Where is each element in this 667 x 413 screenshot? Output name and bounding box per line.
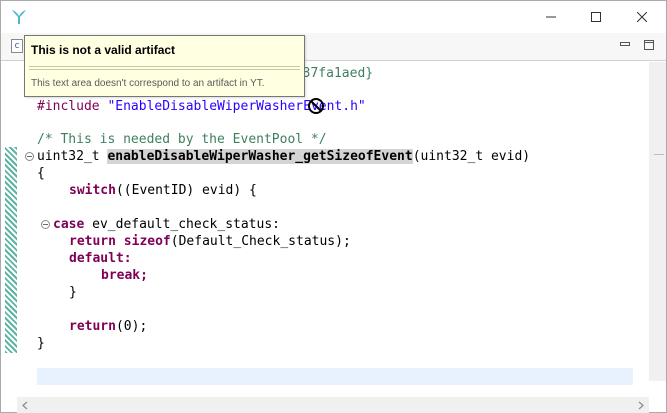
fold-collapse-icon[interactable] xyxy=(25,152,34,161)
scroll-left-icon[interactable] xyxy=(21,401,29,410)
artifact-tooltip: This is not a valid artifact This text a… xyxy=(24,35,305,97)
horizontal-scrollbar[interactable] xyxy=(17,397,649,413)
code-line-return-zero: return(0); xyxy=(69,319,148,334)
code-line-default: default: xyxy=(69,251,132,266)
minimize-button[interactable] xyxy=(528,1,574,33)
code-editor[interactable]: a037fa1aed} #include "EnableDisableWiper… xyxy=(1,62,666,413)
code-line-switch: switch((EventID) evid) { xyxy=(69,183,257,198)
view-minimize-button[interactable] xyxy=(616,37,634,53)
view-minimize-icon xyxy=(620,42,630,46)
change-ruler xyxy=(5,147,17,353)
code-line-break: break; xyxy=(101,268,148,283)
tooltip-divider xyxy=(29,69,300,70)
view-maximize-icon xyxy=(644,40,654,50)
c-file-icon[interactable]: c xyxy=(11,39,23,53)
minimize-icon xyxy=(546,16,556,18)
tooltip-title: This is not a valid artifact xyxy=(31,43,176,57)
code-line-comment: /* This is needed by the EventPool */ xyxy=(37,132,327,147)
overview-ruler-mark xyxy=(654,154,664,155)
maximize-icon xyxy=(591,12,601,22)
tooltip-divider xyxy=(29,66,300,67)
maximize-button[interactable] xyxy=(573,1,619,33)
title-bar xyxy=(1,1,666,33)
scroll-right-icon[interactable] xyxy=(637,401,645,410)
close-button[interactable] xyxy=(619,1,665,33)
not-allowed-cursor-icon xyxy=(308,98,324,114)
code-line-inner-close: } xyxy=(69,285,77,300)
fold-collapse-icon[interactable] xyxy=(41,220,50,229)
code-line-close-brace: } xyxy=(37,336,45,351)
code-line-open-brace: { xyxy=(37,166,45,181)
code-line-return-sizeof: return sizeof(Default_Check_status); xyxy=(69,234,351,249)
vertical-scrollbar[interactable] xyxy=(649,62,666,381)
tooltip-body: This text area doesn't correspond to an … xyxy=(31,78,265,89)
view-maximize-button[interactable] xyxy=(640,37,658,53)
editor-window: c a037fa1aed} #include "EnableDisableWip… xyxy=(0,0,667,413)
function-name-highlight: enableDisableWiperWasher_getSizeofEvent xyxy=(107,149,413,164)
close-icon xyxy=(637,12,647,22)
code-line-signature: uint32_t enableDisableWiperWasher_getSiz… xyxy=(37,149,531,164)
current-line-highlight xyxy=(37,368,633,385)
app-logo-icon xyxy=(12,10,26,24)
code-line-case: case ev_default_check_status: xyxy=(53,217,280,232)
